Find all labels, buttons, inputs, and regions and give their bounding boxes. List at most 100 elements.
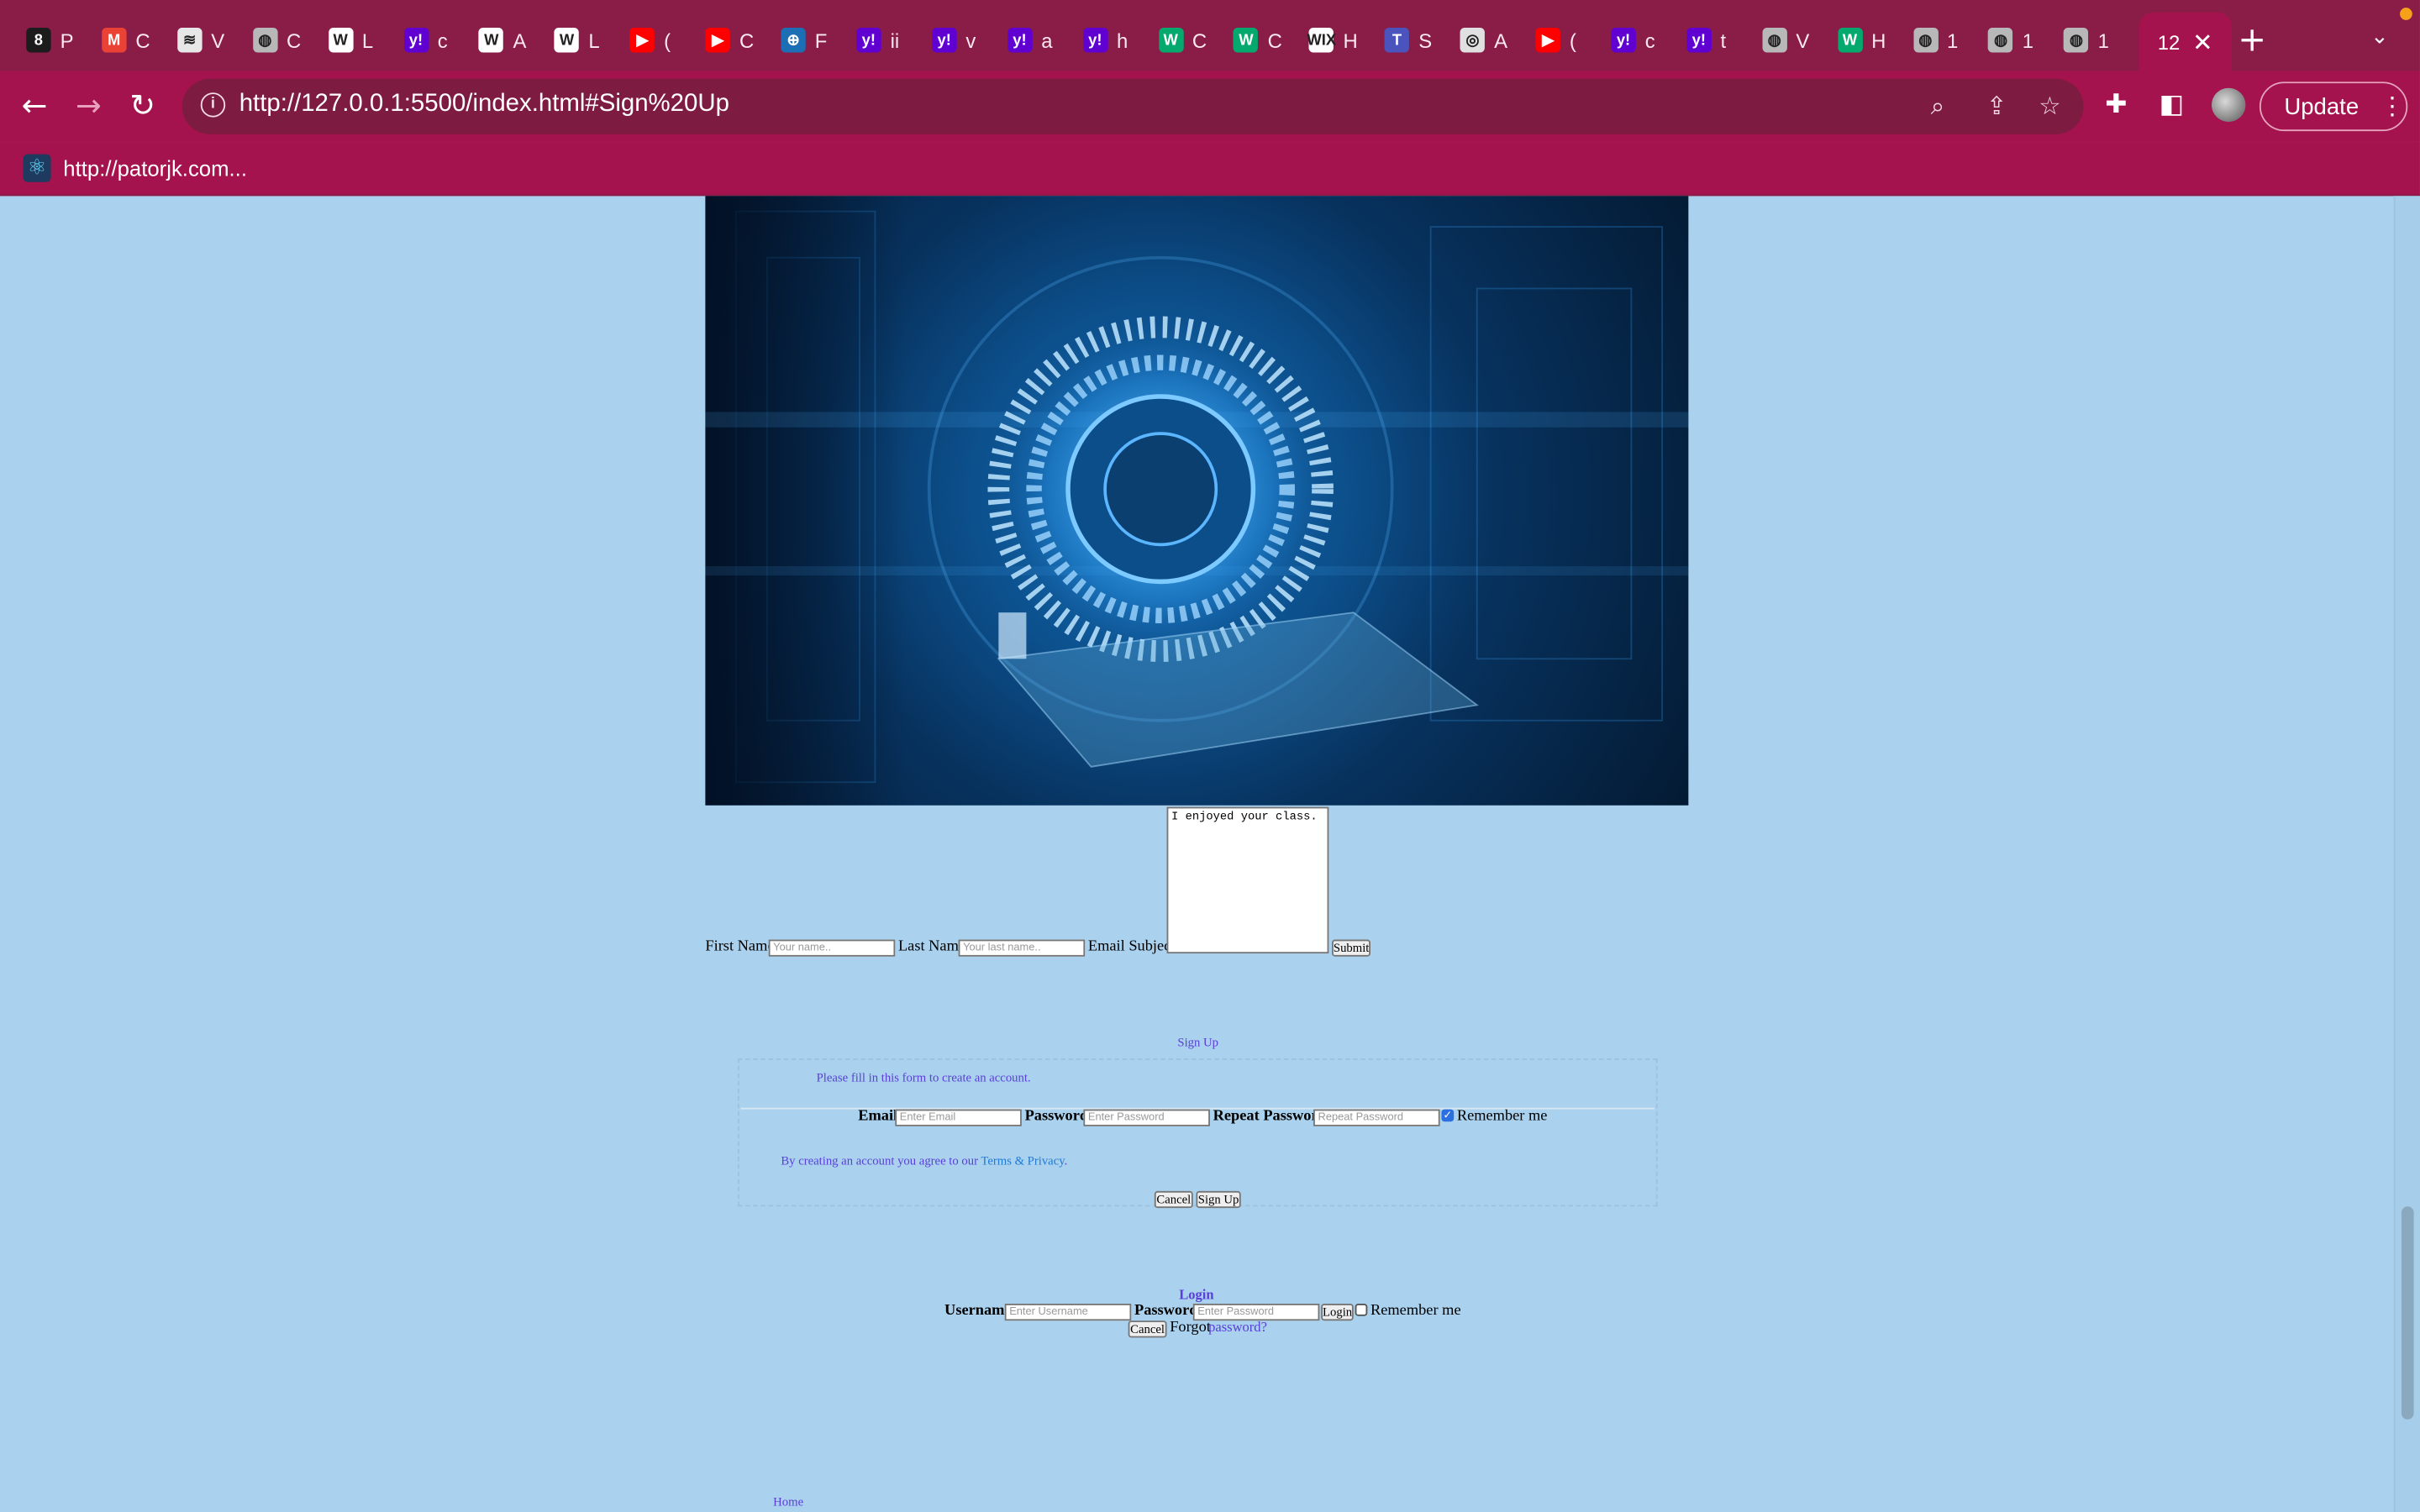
bookmark-link[interactable]: http://patorjk.com... bbox=[63, 156, 247, 181]
tab-8[interactable]: ▶( bbox=[629, 17, 671, 63]
forward-icon[interactable]: → bbox=[76, 87, 102, 123]
tab-favicon-icon: y! bbox=[1082, 28, 1108, 53]
tab-1[interactable]: MC bbox=[102, 17, 150, 63]
close-icon[interactable]: ✕ bbox=[2192, 27, 2213, 56]
tab-6[interactable]: WA bbox=[479, 17, 526, 63]
first-name-input[interactable] bbox=[768, 939, 896, 957]
page-scrollbar[interactable] bbox=[2393, 196, 2420, 1512]
tab-16[interactable]: WC bbox=[1234, 17, 1282, 63]
terms-end: . bbox=[1064, 1153, 1068, 1168]
tab-title: 1 bbox=[2022, 28, 2034, 52]
repeat-password-input[interactable] bbox=[1313, 1109, 1440, 1126]
scrollbar-thumb[interactable] bbox=[2401, 1206, 2414, 1420]
tab-search-chevron-icon[interactable]: ⌄ bbox=[2370, 24, 2389, 49]
tab-title: C bbox=[1267, 28, 1282, 52]
tab-title: C bbox=[287, 28, 302, 52]
login-cancel-button[interactable]: Cancel bbox=[1128, 1320, 1167, 1338]
password-label: Password bbox=[1024, 1107, 1089, 1125]
cyber-illustration bbox=[705, 196, 1689, 806]
address-bar[interactable]: i http://127.0.0.1:5500/index.html#Sign%… bbox=[182, 78, 2084, 134]
tab-15[interactable]: WC bbox=[1158, 17, 1207, 63]
tab-title: C bbox=[739, 28, 755, 52]
bookmark-star-icon[interactable]: ☆ bbox=[2039, 91, 2060, 120]
tab-14[interactable]: y! h bbox=[1082, 17, 1128, 63]
password-input[interactable] bbox=[1083, 1109, 1210, 1126]
tab-0[interactable]: 8P bbox=[26, 17, 74, 63]
remember-checkbox[interactable]: ✓ bbox=[1441, 1109, 1455, 1122]
last-name-input[interactable] bbox=[958, 939, 1086, 957]
tab-17[interactable]: WIX H bbox=[1307, 17, 1358, 63]
username-input[interactable] bbox=[1004, 1304, 1132, 1321]
update-button[interactable]: Update ⋮ bbox=[2259, 81, 2408, 132]
tab-9[interactable]: ▶ C bbox=[705, 17, 755, 63]
tab-active[interactable]: 12 ✕ bbox=[2139, 12, 2232, 71]
tab-21[interactable]: y! c bbox=[1611, 17, 1655, 63]
tab-2[interactable]: ≋ V bbox=[176, 17, 224, 63]
tab-18[interactable]: TS bbox=[1384, 17, 1432, 63]
zoom-icon[interactable]: ⌕ bbox=[1931, 91, 1944, 122]
hero-image bbox=[705, 196, 1689, 806]
tab-24[interactable]: WH bbox=[1837, 17, 1886, 63]
tab-22[interactable]: y! t bbox=[1686, 17, 1726, 63]
profile-avatar[interactable] bbox=[2211, 87, 2246, 123]
tab-favicon-icon: ◍ bbox=[1761, 28, 1787, 53]
login-remember-checkbox[interactable] bbox=[1355, 1304, 1368, 1316]
tab-19[interactable]: ◎ A bbox=[1460, 17, 1507, 63]
tab-favicon-icon: W bbox=[554, 28, 580, 53]
tab-3[interactable]: ◍ C bbox=[252, 17, 302, 63]
tab-favicon-icon: W bbox=[328, 28, 353, 53]
cancel-button[interactable]: Cancel bbox=[1154, 1190, 1193, 1209]
tab-13[interactable]: y! a bbox=[1007, 17, 1053, 63]
kebab-menu-icon[interactable]: ⋮ bbox=[2380, 91, 2404, 122]
tab-favicon-icon: T bbox=[1384, 28, 1410, 53]
react-icon: ⚛ bbox=[23, 154, 51, 182]
tab-title: V bbox=[1796, 28, 1810, 52]
tab-10[interactable]: ⊕ F bbox=[781, 17, 827, 63]
tab-11[interactable]: y! ii bbox=[856, 17, 899, 63]
back-icon[interactable]: ← bbox=[22, 87, 48, 123]
message-textarea[interactable]: I enjoyed your class. bbox=[1166, 806, 1329, 954]
tab-favicon-icon: ▶ bbox=[1535, 28, 1560, 53]
remember-label: Remember me bbox=[1456, 1107, 1548, 1125]
tab-favicon-icon: ≋ bbox=[176, 28, 203, 53]
signup-title: Sign Up bbox=[1177, 1035, 1218, 1049]
tab-title: C bbox=[135, 28, 150, 52]
tab-20[interactable]: ▶( bbox=[1535, 17, 1576, 63]
tab-26[interactable]: ◍ 1 bbox=[1988, 17, 2033, 63]
terms-link[interactable]: Terms & Privacy bbox=[981, 1154, 1064, 1168]
tab-27[interactable]: ◍ 1 bbox=[2064, 17, 2109, 63]
new-tab-icon[interactable]: + bbox=[2238, 22, 2266, 60]
reload-icon[interactable]: ↻ bbox=[129, 87, 155, 123]
share-icon[interactable]: ⇪ bbox=[1986, 91, 2007, 120]
tab-title: t bbox=[1720, 28, 1727, 52]
tab-favicon-icon: W bbox=[1234, 28, 1259, 53]
first-name-label: First Name bbox=[705, 937, 775, 955]
tab-title: L bbox=[588, 28, 600, 52]
forgot-password-link[interactable]: password? bbox=[1208, 1319, 1267, 1334]
signup-button[interactable]: Sign Up bbox=[1196, 1190, 1241, 1209]
tab-title: a bbox=[1041, 28, 1053, 52]
tab-favicon-icon: ◍ bbox=[1912, 28, 1938, 53]
tab-23[interactable]: ◍ V bbox=[1761, 17, 1810, 63]
submit-button[interactable]: Submit bbox=[1332, 939, 1370, 957]
login-button[interactable]: Login bbox=[1321, 1304, 1354, 1321]
url-text[interactable]: http://127.0.0.1:5500/index.html#Sign%20… bbox=[239, 91, 729, 118]
tab-25[interactable]: ◍ 1 bbox=[1912, 17, 1958, 63]
extensions-icon[interactable]: ✚ bbox=[2105, 90, 2127, 121]
repeat-password-label: Repeat Password bbox=[1213, 1107, 1327, 1125]
tab-7[interactable]: WL bbox=[554, 17, 600, 63]
home-link[interactable]: Home bbox=[773, 1495, 803, 1509]
tab-title: ( bbox=[1569, 28, 1576, 52]
bookmarks-bar: ⚛ http://patorjk.com... bbox=[0, 141, 2420, 197]
site-info-icon[interactable]: i bbox=[200, 92, 226, 118]
tab-5[interactable]: y! c bbox=[403, 17, 448, 63]
side-panel-icon[interactable]: ◧ bbox=[2160, 90, 2185, 121]
tab-4[interactable]: WL bbox=[328, 17, 373, 63]
login-remember-label: Remember me bbox=[1370, 1302, 1461, 1320]
login-password-input[interactable] bbox=[1192, 1304, 1320, 1321]
tab-title: F bbox=[814, 28, 828, 52]
tab-favicon-icon: ▶ bbox=[705, 28, 730, 53]
email-label: Email bbox=[858, 1107, 898, 1125]
email-input[interactable] bbox=[895, 1109, 1022, 1126]
tab-12[interactable]: y! v bbox=[931, 17, 976, 63]
